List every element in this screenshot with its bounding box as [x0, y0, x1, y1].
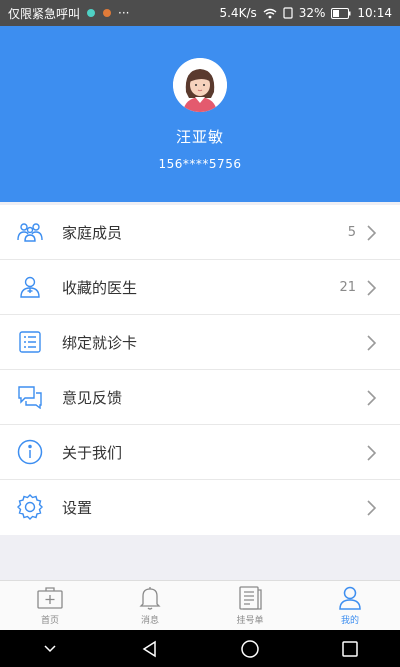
home-icon [36, 585, 64, 611]
profile-header: 汪亚敏 156****5756 [0, 26, 400, 202]
menu-item-feedback[interactable]: 意见反馈 [0, 370, 400, 425]
chevron-right-icon [367, 445, 377, 461]
avatar-image [173, 58, 227, 112]
user-icon [336, 585, 364, 611]
menu-item-family[interactable]: 家庭成员 5 [0, 205, 400, 260]
bottom-tab-bar: 首页 消息 挂号单 我的 [0, 580, 400, 630]
menu-item-favorite-doctors[interactable]: 收藏的医生 21 [0, 260, 400, 315]
tab-label: 挂号单 [236, 616, 264, 626]
menu-label: 收藏的医生 [62, 278, 138, 297]
tab-registration[interactable]: 挂号单 [200, 581, 300, 630]
tab-home[interactable]: 首页 [0, 581, 100, 630]
info-icon [16, 438, 44, 466]
chevron-right-icon [367, 280, 377, 296]
bell-icon [136, 585, 164, 611]
menu-label: 家庭成员 [62, 223, 123, 242]
chevron-down-icon[interactable] [32, 636, 68, 662]
feedback-icon [16, 383, 44, 411]
notification-icon [86, 8, 96, 18]
menu-item-bind-card[interactable]: 绑定就诊卡 [0, 315, 400, 370]
back-icon[interactable] [132, 636, 168, 662]
system-nav-bar [0, 630, 400, 667]
sim-icon [283, 7, 293, 19]
clock-time: 10:14 [357, 6, 392, 20]
chevron-right-icon [367, 225, 377, 241]
doctor-icon [16, 273, 44, 301]
menu-item-settings[interactable]: 设置 [0, 480, 400, 535]
battery-icon [331, 7, 351, 19]
screen: 仅限紧急呼叫 ··· 5.4K/s 32% 10:14 汪亚敏 156****5… [0, 0, 400, 667]
menu-count: 5 [347, 224, 356, 240]
menu-label: 意见反馈 [62, 388, 123, 407]
tab-label: 消息 [140, 616, 159, 626]
chevron-right-icon [367, 335, 377, 351]
avatar[interactable] [173, 58, 227, 112]
home-button-icon[interactable] [232, 636, 268, 662]
family-icon [16, 218, 44, 246]
recents-icon[interactable] [332, 636, 368, 662]
chevron-right-icon [367, 500, 377, 516]
battery-text: 32% [298, 6, 326, 20]
status-right: 5.4K/s 32% 10:14 [219, 6, 392, 20]
menu-list: 家庭成员 5 收藏的医生 21 绑定就诊卡 意见反馈 关于我们 设置 [0, 205, 400, 535]
list-icon [236, 585, 264, 611]
gear-icon [16, 493, 44, 521]
card-icon [16, 328, 44, 356]
more-icon: ··· [118, 6, 130, 20]
network-speed: 5.4K/s [219, 6, 257, 20]
tab-messages[interactable]: 消息 [100, 581, 200, 630]
menu-item-about[interactable]: 关于我们 [0, 425, 400, 480]
menu-label: 关于我们 [62, 443, 123, 462]
wifi-icon [263, 8, 277, 19]
tab-label: 我的 [340, 616, 359, 626]
tab-mine[interactable]: 我的 [300, 581, 400, 630]
user-phone: 156****5756 [158, 157, 242, 171]
status-bar: 仅限紧急呼叫 ··· 5.4K/s 32% 10:14 [0, 0, 400, 26]
chevron-right-icon [367, 390, 377, 406]
carrier-text: 仅限紧急呼叫 [8, 6, 81, 21]
tab-label: 首页 [40, 616, 59, 626]
menu-label: 设置 [62, 499, 93, 517]
app-icon [102, 8, 112, 18]
menu-count: 21 [339, 279, 356, 295]
user-name: 汪亚敏 [175, 128, 224, 146]
status-left: 仅限紧急呼叫 ··· [8, 5, 129, 22]
menu-label: 绑定就诊卡 [62, 333, 138, 352]
